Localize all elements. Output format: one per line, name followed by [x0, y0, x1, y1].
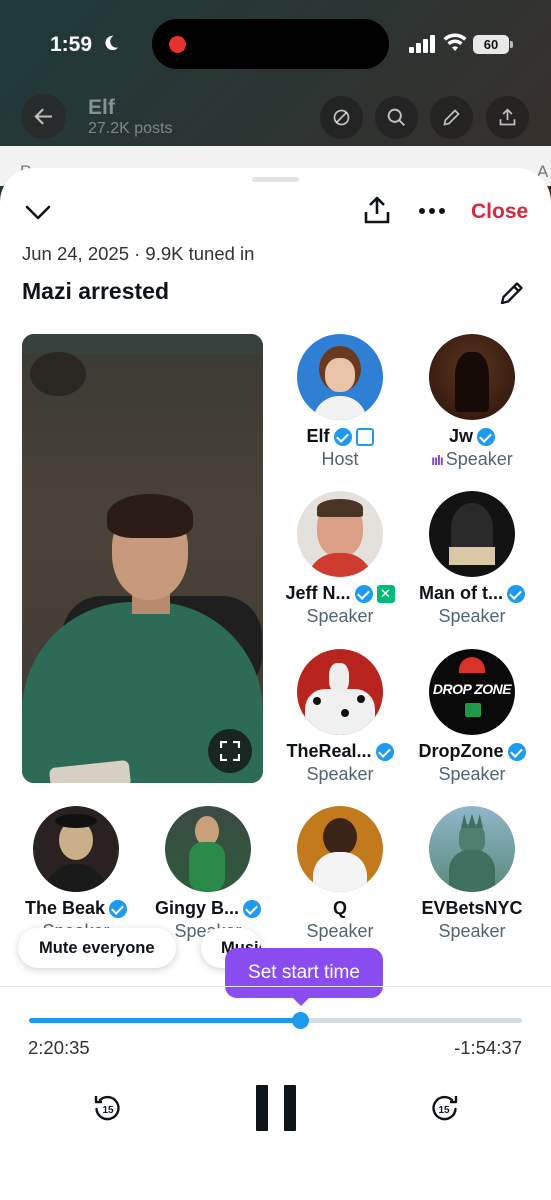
speaker-role: Speaker — [438, 764, 506, 784]
profile-header: Elf 27.2K posts — [0, 90, 551, 150]
search-icon — [387, 108, 406, 127]
avatar — [33, 806, 119, 892]
verified-badge-icon — [109, 899, 128, 918]
status-time: 1:59 — [50, 33, 93, 56]
speaker-role: Host — [321, 449, 359, 469]
share-icon — [499, 108, 516, 126]
back-button[interactable] — [21, 94, 66, 139]
space-sheet: Close Jun 24, 2025 · 9.9K tuned in Mazi … — [0, 168, 551, 1200]
more-options-icon[interactable] — [418, 199, 446, 223]
affiliate-badge-icon — [355, 427, 374, 446]
speaker-role: Speaker — [445, 449, 513, 469]
verified-badge-icon — [477, 427, 495, 446]
speaker-tile[interactable]: TheReal... Speaker — [274, 649, 406, 785]
speaker-name: Q — [332, 898, 347, 918]
speaking-indicator-icon: ıılı — [431, 452, 444, 468]
lamp-shape — [30, 352, 86, 396]
battery-indicator: 60 — [473, 35, 513, 54]
verified-badge-icon — [507, 742, 526, 761]
cellular-signal-icon — [409, 35, 435, 53]
speaker-name: DropZone — [418, 741, 504, 761]
space-title: Mazi arrested — [22, 278, 170, 304]
scrubber-progress — [29, 1018, 301, 1023]
speaker-role: Speaker — [306, 921, 374, 941]
speaker-tile[interactable]: DROP ZONE DropZone Speaker — [406, 649, 538, 785]
fullscreen-button[interactable] — [208, 729, 252, 773]
speaker-tile[interactable]: The Beak Speaker — [10, 806, 142, 942]
avatar: DROP ZONE — [429, 649, 515, 735]
status-bar: 1:59 60 — [0, 0, 551, 90]
wifi-icon — [443, 33, 467, 51]
speaker-tile[interactable]: Jeff N... ✕ Speaker — [274, 491, 406, 627]
verified-badge-icon — [375, 742, 394, 761]
scrubber-handle[interactable] — [292, 1012, 310, 1029]
edit-profile-button[interactable] — [430, 96, 473, 139]
speaker-role: Speaker — [438, 606, 506, 626]
verified-badge-icon — [333, 427, 352, 446]
avatar — [297, 491, 383, 577]
speaker-name: Jw — [448, 426, 473, 446]
speaker-tile[interactable]: Gingy B... Speaker — [142, 806, 274, 942]
skip-back-15-icon[interactable]: 15 — [93, 1094, 121, 1122]
speaker-tile[interactable]: EVBetsNYC Speaker — [406, 806, 538, 942]
x-badge-icon: ✕ — [376, 584, 395, 603]
slash-circle-icon — [333, 109, 350, 126]
profile-post-count: 27.2K posts — [88, 120, 173, 137]
verified-badge-icon — [507, 584, 525, 603]
close-button[interactable]: Close — [471, 200, 528, 224]
elapsed-time: 2:20:35 — [28, 1037, 90, 1058]
playback-scrubber[interactable] — [29, 1012, 522, 1029]
profile-name: Elf — [88, 96, 115, 119]
recording-dot-icon — [169, 36, 186, 53]
space-meta: Jun 24, 2025 · 9.9K tuned in — [22, 243, 255, 264]
speaker-name: EVBetsNYC — [421, 898, 523, 918]
speaker-tile[interactable]: Man of t... Speaker — [406, 491, 538, 627]
speaker-role: Speaker — [306, 606, 374, 626]
chevron-down-icon[interactable] — [24, 201, 52, 223]
verified-badge-icon — [354, 584, 373, 603]
host-video[interactable] — [22, 334, 263, 783]
arrow-left-icon — [34, 108, 53, 125]
moon-icon — [105, 35, 119, 51]
avatar — [297, 334, 383, 420]
avatar — [429, 334, 515, 420]
set-start-time-tooltip[interactable]: Set start time — [225, 948, 383, 1006]
share-profile-button[interactable] — [486, 96, 529, 139]
speaker-tile[interactable]: Elf Host — [274, 334, 406, 470]
remaining-time: -1:54:37 — [454, 1037, 522, 1058]
dropzone-logo: DROP ZONE — [432, 681, 512, 697]
speaker-name: TheReal... — [286, 741, 372, 761]
skip-forward-15-icon[interactable]: 15 — [431, 1094, 459, 1122]
skip-forward-label: 15 — [438, 1105, 450, 1116]
pencil-icon[interactable] — [498, 279, 526, 307]
share-icon[interactable] — [363, 195, 391, 225]
dynamic-island — [152, 19, 389, 69]
speaker-tile[interactable]: Q Speaker — [274, 806, 406, 942]
speaker-name: The Beak — [24, 898, 106, 918]
speaker-name: Jeff N... — [285, 583, 351, 603]
expand-icon — [220, 741, 240, 761]
pause-button[interactable] — [256, 1085, 296, 1131]
speaker-name: Gingy B... — [154, 898, 239, 918]
avatar — [297, 806, 383, 892]
avatar — [429, 491, 515, 577]
speaker-name: Elf — [306, 426, 330, 446]
avatar — [297, 649, 383, 735]
pencil-icon — [443, 109, 460, 126]
search-button[interactable] — [375, 96, 418, 139]
speaker-role: Speaker — [438, 921, 506, 941]
verified-badge-icon — [243, 899, 261, 918]
controls-divider — [0, 986, 551, 987]
mute-everyone-button[interactable]: Mute everyone — [18, 928, 176, 968]
speaker-tile[interactable]: Jw ıılı Speaker — [406, 334, 538, 470]
avatar — [429, 806, 515, 892]
speaker-role: Speaker — [306, 764, 374, 784]
sheet-grabber[interactable] — [252, 177, 299, 182]
skip-back-label: 15 — [102, 1105, 114, 1116]
avatar — [165, 806, 251, 892]
grok-button[interactable] — [320, 96, 363, 139]
speaker-name: Man of t... — [419, 583, 503, 603]
